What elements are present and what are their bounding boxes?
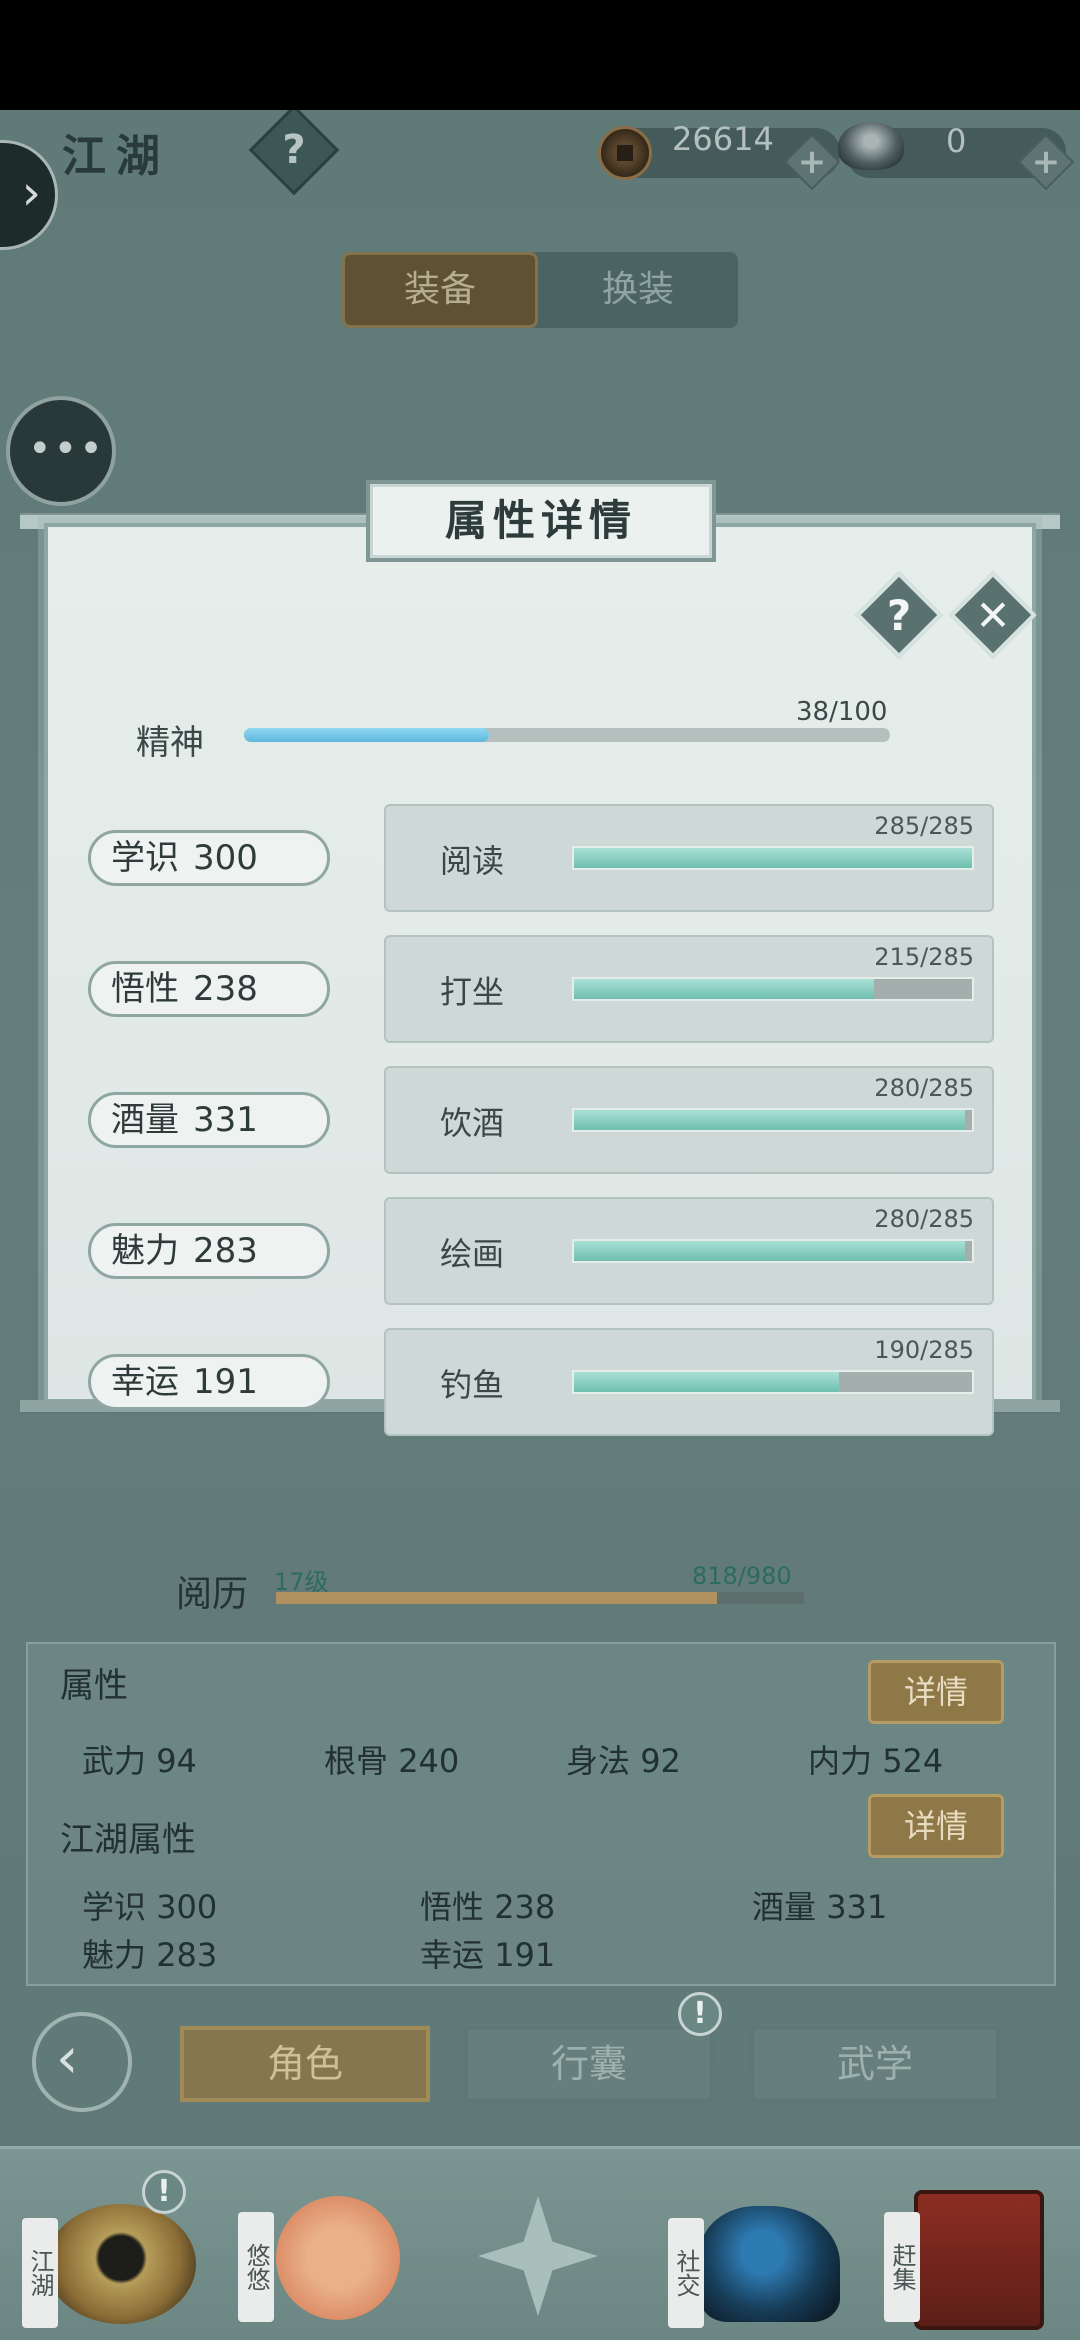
skill-row: 打坐 215/285 [384, 935, 994, 1043]
skill-progress-fill [574, 1241, 966, 1261]
straw-hat-icon[interactable] [46, 2204, 196, 2324]
attribute-value: 191 [193, 1362, 258, 1402]
wave-bowl-icon[interactable] [700, 2206, 840, 2322]
swallow-sun-icon[interactable] [276, 2196, 400, 2320]
skill-name: 饮酒 [440, 1104, 505, 1142]
back-button[interactable]: ‹ [32, 2012, 132, 2112]
jianghu-stat: 酒量 331 [752, 1888, 888, 1926]
attribute-label: 酒量 [111, 1100, 179, 1140]
tab-role[interactable]: 角色 [180, 2026, 430, 2102]
spirit-progress-fill [244, 728, 490, 742]
attribute-pill: 酒量 331 [88, 1092, 330, 1148]
spirit-value: 38/100 [796, 697, 888, 727]
attribute-label: 悟性 [111, 969, 179, 1009]
skill-progress-fill [574, 848, 972, 868]
attribute-pill: 悟性 238 [88, 961, 330, 1017]
skill-progress-fill [574, 1372, 840, 1392]
attr-stat: 身法 92 [566, 1742, 681, 1780]
skill-name: 钓鱼 [440, 1366, 505, 1404]
experience-value: 818/980 [692, 1562, 792, 1590]
jianghu-stat: 悟性 238 [420, 1888, 556, 1926]
attribute-label: 幸运 [111, 1362, 179, 1402]
dock-label-youyou[interactable]: 悠悠 [238, 2212, 274, 2322]
skill-progress-bar [572, 1239, 974, 1263]
attribute-label: 魅力 [111, 1231, 179, 1271]
experience-progress-bar [276, 1592, 804, 1604]
dock-label-social[interactable]: 社交 [668, 2218, 704, 2328]
skill-value: 280/285 [874, 1074, 974, 1102]
attributes-heading: 属性 [60, 1666, 128, 1706]
jianghu-stat: 幸运 191 [420, 1936, 556, 1974]
question-icon: ? [886, 591, 912, 640]
skill-row: 饮酒 280/285 [384, 1066, 994, 1174]
attribute-value: 331 [193, 1100, 258, 1140]
attribute-pill: 幸运 191 [88, 1354, 330, 1410]
skill-progress-bar [572, 1370, 974, 1394]
skill-row: 钓鱼 190/285 [384, 1328, 994, 1436]
skill-row: 绘画 280/285 [384, 1197, 994, 1305]
skill-value: 280/285 [874, 1205, 974, 1233]
skill-progress-bar [572, 846, 974, 870]
tab-martial-arts[interactable]: 武学 [750, 2026, 1000, 2102]
skill-name: 阅读 [440, 842, 505, 880]
skill-value: 190/285 [874, 1336, 974, 1364]
skill-name: 打坐 [440, 973, 505, 1011]
experience-progress-fill [276, 1592, 717, 1604]
attribute-value: 283 [193, 1231, 258, 1271]
jianghu-attributes-heading: 江湖属性 [60, 1820, 196, 1860]
spirit-progress-bar [244, 728, 890, 742]
skill-value: 215/285 [874, 943, 974, 971]
jianghu-detail-button[interactable]: 详情 [868, 1794, 1004, 1858]
skill-progress-fill [574, 979, 875, 999]
skill-value: 285/285 [874, 812, 974, 840]
attribute-pill: 魅力 283 [88, 1223, 330, 1279]
skill-progress-fill [574, 1110, 966, 1130]
dock-label-market[interactable]: 赶集 [884, 2212, 920, 2322]
modal-title: 属性详情 [366, 480, 716, 562]
attr-stat: 武力 94 [82, 1742, 197, 1780]
jianghu-stat: 学识 300 [82, 1888, 218, 1926]
skill-name: 绘画 [440, 1235, 505, 1273]
skill-progress-bar [572, 977, 974, 1001]
attribute-value: 300 [193, 838, 258, 878]
attributes-detail-button[interactable]: 详情 [868, 1660, 1004, 1724]
skill-progress-bar [572, 1108, 974, 1132]
spirit-label: 精神 [136, 723, 204, 763]
jianghu-stat: 魅力 283 [82, 1936, 218, 1974]
attr-stat: 内力 524 [808, 1742, 944, 1780]
back-arrow-icon: ‹ [56, 2026, 79, 2091]
basket-icon[interactable] [914, 2190, 1044, 2330]
experience-label: 阅历 [176, 1574, 249, 1615]
tab-bag[interactable]: 行囊 [464, 2026, 714, 2102]
dock-label-jianghu[interactable]: 江湖 [22, 2218, 58, 2328]
jianghu-alert-icon: ! [142, 2170, 186, 2214]
bag-alert-icon: ! [678, 1992, 722, 2036]
attribute-pill: 学识 300 [88, 830, 330, 886]
attribute-label: 学识 [111, 838, 179, 878]
skill-row: 阅读 285/285 [384, 804, 994, 912]
attribute-value: 238 [193, 969, 258, 1009]
attr-stat: 根骨 240 [324, 1742, 460, 1780]
close-icon: ✕ [975, 591, 1011, 640]
